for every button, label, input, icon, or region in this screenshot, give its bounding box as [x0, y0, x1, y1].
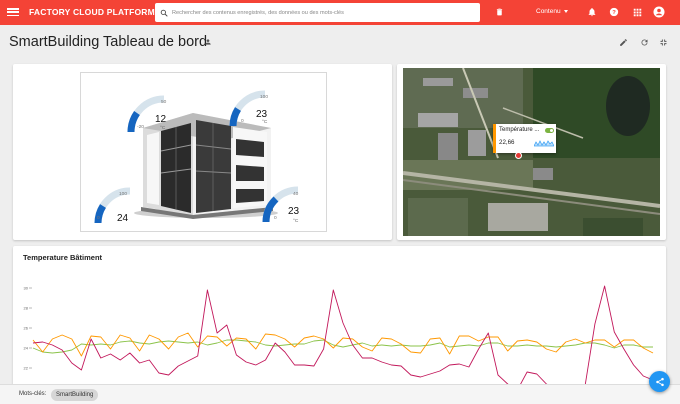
sensor-tooltip[interactable]: Température ... 22,66 — [493, 124, 556, 153]
tag-chip[interactable]: SmartBuilding — [51, 389, 99, 401]
edit-icon[interactable] — [618, 37, 629, 48]
y-tick-label: 24 — [24, 346, 29, 351]
series-line-3[interactable] — [32, 285, 654, 386]
tooltip-label: Température ... — [499, 127, 540, 133]
caret-down-icon — [563, 9, 568, 13]
building-widget: 12 -20 50 °C 23 0 100 °C 24 0 100 23 0 4… — [13, 64, 392, 240]
refresh-icon[interactable] — [639, 37, 650, 48]
series-line-1[interactable] — [32, 339, 653, 354]
gauge-3-value: 24 — [117, 213, 129, 224]
svg-text:?: ? — [612, 10, 616, 16]
share-icon — [655, 377, 664, 386]
tooltip-value: 22,66 — [499, 139, 515, 146]
gauge-4-max: 40 — [293, 192, 299, 197]
brand-title[interactable]: FACTORY CLOUD PLATFORM — [29, 7, 155, 17]
series-line-2[interactable] — [32, 332, 654, 357]
search-bar[interactable] — [155, 3, 480, 22]
search-icon — [160, 9, 168, 17]
gauge-4-min: 0 — [274, 216, 277, 221]
top-app-bar: FACTORY CLOUD PLATFORM Contenu ? — [0, 0, 680, 25]
apps-icon[interactable] — [631, 6, 643, 18]
person-icon[interactable] — [204, 38, 212, 46]
gauge-2-unit: °C — [262, 120, 268, 125]
map-widget: Température ... 22,66 — [397, 64, 666, 240]
temperature-line-chart[interactable]: 302826242220 — [13, 246, 666, 386]
collapse-icon[interactable] — [658, 37, 669, 48]
notifications-icon[interactable] — [586, 6, 598, 18]
account-icon[interactable] — [653, 6, 665, 18]
y-tick-label: 22 — [24, 366, 29, 371]
delete-icon[interactable] — [493, 6, 505, 18]
y-tick-label: 26 — [24, 326, 29, 331]
share-button[interactable] — [649, 371, 670, 392]
gauge-1-unit: °C — [160, 126, 166, 131]
gauge-3-max: 100 — [119, 192, 128, 197]
gauge-3-min: 0 — [97, 216, 100, 221]
content-dropdown-label: Contenu — [536, 8, 561, 15]
y-tick-label: 28 — [24, 306, 29, 311]
gauge-4-value: 23 — [288, 206, 300, 217]
search-input[interactable] — [172, 9, 472, 16]
menu-icon[interactable] — [7, 6, 19, 18]
gauge-1-value: 12 — [155, 114, 167, 125]
tags-label: Mots-clés: — [19, 391, 47, 397]
sensor-marker[interactable] — [515, 152, 522, 159]
help-icon[interactable]: ? — [608, 6, 620, 18]
gauge-2-max: 100 — [260, 95, 269, 100]
gauge-2-value: 23 — [256, 109, 268, 120]
page-title: SmartBuilding Tableau de bord — [9, 34, 208, 50]
gauge-1-min: -20 — [137, 125, 144, 130]
gauge-4-unit: °C — [293, 219, 299, 224]
gauge-2-min: 0 — [241, 119, 244, 124]
y-tick-label: 30 — [24, 286, 29, 291]
content-dropdown[interactable]: Contenu — [536, 8, 568, 15]
satellite-map[interactable]: Température ... 22,66 — [403, 68, 660, 236]
temperature-chart-widget: Temperature Bâtiment 302826242220 — [13, 246, 666, 386]
footer-bar: Mots-clés: SmartBuilding — [0, 384, 680, 404]
building-frame: 12 -20 50 °C 23 0 100 °C 24 0 100 23 0 4… — [80, 72, 327, 232]
gauge-1-max: 50 — [161, 100, 167, 105]
sparkline-icon — [534, 140, 554, 147]
tooltip-toggle[interactable] — [545, 128, 554, 133]
